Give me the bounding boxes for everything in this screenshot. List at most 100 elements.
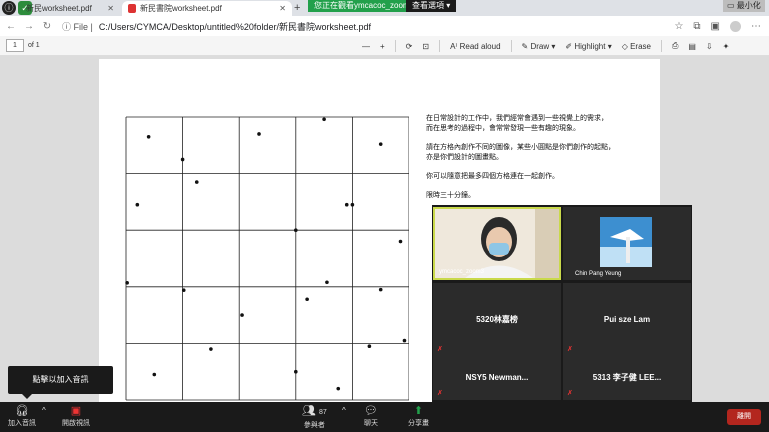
- muted-mic-icon: ✗: [567, 390, 573, 397]
- grid-dot: [146, 135, 151, 139]
- highlight-button[interactable]: ✐ Highlight ▾: [565, 42, 611, 51]
- erase-button[interactable]: ◇ Erase: [622, 42, 651, 51]
- video-tile[interactable]: 5313 李子健 LEE... ✗: [563, 355, 691, 400]
- grid-dot: [209, 347, 213, 351]
- pdf-icon: [128, 4, 136, 13]
- grid-dot: [294, 369, 298, 374]
- collections-icon[interactable]: ▣: [711, 21, 720, 32]
- grid-dot: [152, 372, 157, 377]
- fit-page-icon[interactable]: ⊡: [422, 42, 429, 51]
- dot-grid: [125, 116, 409, 401]
- participant-video: [435, 209, 559, 278]
- paragraph-2: 請在方格內創作不同的圖像，某些小圓點是你們創作的起點， 亦是你們設計的圖畫點。: [426, 142, 615, 162]
- page-count: of 1: [28, 42, 40, 49]
- participant-name: 5320林嘉榜: [476, 315, 518, 324]
- close-icon[interactable]: ✕: [107, 4, 114, 13]
- info-icon[interactable]: ⓘ: [2, 1, 16, 15]
- share-screen-button[interactable]: ⬆︎ 分享畫: [408, 404, 429, 428]
- video-off-icon: ▣: [70, 405, 82, 417]
- zoom-out-icon[interactable]: —: [362, 42, 370, 51]
- chevron-up-icon[interactable]: ^: [342, 406, 346, 415]
- close-icon[interactable]: ✕: [279, 4, 286, 13]
- page-number-input[interactable]: 1: [6, 39, 24, 52]
- zoom-control-bar: 🎧︎ 加入音訊 ^ ▣ 開啟視訊 👥︎ 87 參與者 ^ 💬︎ 聊天 ⬆︎ 分享…: [0, 402, 769, 432]
- view-options-label: 查看選項: [412, 1, 444, 10]
- zoom-in-icon[interactable]: +: [380, 42, 385, 51]
- screen: ⓘ ✓ 新民worksheet.pdf ✕ 新民書院worksheet.pdf …: [0, 0, 769, 432]
- avatar[interactable]: [730, 20, 741, 32]
- video-tile[interactable]: Chin Pang Yeung: [563, 207, 691, 280]
- rotate-icon[interactable]: ⟳: [406, 42, 413, 51]
- profile-picture: [600, 217, 652, 267]
- browser-tab-strip: ⓘ ✓ 新民worksheet.pdf ✕ 新民書院worksheet.pdf …: [0, 0, 769, 16]
- grid-dot: [367, 344, 372, 349]
- pin-icon[interactable]: ✦: [723, 42, 730, 51]
- highlight-label: Highlight: [574, 41, 606, 51]
- start-video-label: 開啟視訊: [62, 420, 90, 427]
- minimize-zoom-button[interactable]: ▭ 最小化: [723, 0, 765, 12]
- chat-button[interactable]: 💬︎ 聊天: [364, 404, 378, 428]
- muted-mic-icon: ✗: [567, 346, 573, 353]
- new-tab-icon[interactable]: +: [294, 2, 300, 14]
- video-tile[interactable]: NSY5 Newman... ✗: [433, 355, 561, 400]
- headphones-icon: 🎧︎: [15, 405, 29, 417]
- chevron-up-icon[interactable]: ^: [42, 406, 46, 415]
- paragraph-1: 在日常設計的工作中，我們經常會遇到一些視覺上的需求， 而在思考的過程中，會常常發現…: [426, 113, 615, 133]
- divider: [394, 40, 396, 52]
- pdf-toolbar: 1 of 1 — + ⟳ ⊡ A⁾ Read aloud ✎ Draw ▾ ✐ …: [0, 36, 769, 56]
- grid-dot: [305, 297, 309, 302]
- tab-label: 新民worksheet.pdf: [26, 4, 92, 13]
- leave-button[interactable]: 離開: [727, 409, 761, 425]
- join-audio-label: 加入音訊: [8, 420, 36, 427]
- url-field[interactable]: ⓘ File | C:/Users/CYMCA/Desktop/untitled…: [62, 20, 371, 33]
- save-icon[interactable]: ▤: [688, 42, 696, 51]
- paragraph-3: 你可以隨意把最多四個方格連在一起創作。: [426, 172, 559, 180]
- participants-button[interactable]: 👥︎ 87 參與者: [302, 404, 327, 430]
- chat-icon: 💬︎: [364, 405, 378, 417]
- grid-dot: [398, 239, 403, 244]
- forward-icon[interactable]: →: [22, 21, 36, 32]
- divider: [661, 40, 662, 52]
- tab-active-worksheet[interactable]: 新民書院worksheet.pdf ✕: [122, 1, 292, 16]
- participants-label: 參與者: [303, 422, 325, 429]
- draw-button[interactable]: ✎ Draw ▾: [522, 42, 556, 51]
- grid-dot: [322, 117, 326, 122]
- share-screen-icon: ⬆︎: [413, 405, 424, 417]
- menu-icon[interactable]: ⋯: [751, 21, 761, 32]
- grid-dot: [180, 157, 185, 162]
- star-icon[interactable]: ☆: [674, 21, 683, 32]
- view-options-button[interactable]: 查看選項 ▾: [406, 0, 457, 12]
- participant-name: NSY5 Newman...: [465, 373, 529, 382]
- read-aloud-button[interactable]: A⁾ Read aloud: [450, 42, 500, 51]
- video-tile[interactable]: 5320林嘉榜 ✗: [433, 283, 561, 356]
- line: 而在思考的過程中，會常常發現一些有趣的現象。: [426, 124, 580, 132]
- participant-name: Pui sze Lam: [603, 315, 651, 324]
- participants-icon: 👥︎ 87: [302, 405, 327, 417]
- reload-icon[interactable]: ↻: [40, 21, 54, 32]
- join-audio-button[interactable]: 🎧︎ 加入音訊: [8, 404, 36, 428]
- grid-dot: [325, 280, 329, 285]
- grid-dot: [257, 132, 261, 136]
- back-icon[interactable]: ←: [4, 21, 18, 32]
- save-as-icon[interactable]: ⇩: [706, 42, 713, 51]
- print-icon[interactable]: ⎙: [672, 41, 678, 51]
- start-video-button[interactable]: ▣ 開啟視訊: [62, 404, 90, 428]
- video-tile[interactable]: Pui sze Lam ✗: [563, 283, 691, 356]
- participant-name: Chin Pang Yeung: [575, 271, 622, 277]
- grid-dot: [344, 202, 349, 207]
- muted-mic-icon: ✗: [437, 346, 443, 353]
- grid-dot: [336, 386, 341, 391]
- extensions-icon[interactable]: ⧉: [693, 21, 700, 32]
- file-info-icon[interactable]: ⓘ File |: [62, 20, 93, 33]
- line: 請在方格內創作不同的圖像，某些小圓點是你們創作的起點，: [426, 143, 615, 151]
- worksheet-instructions: 在日常設計的工作中，我們經常會遇到一些視覺上的需求， 而在思考的過程中，會常常發現…: [426, 113, 615, 209]
- tab-worksheet[interactable]: 新民worksheet.pdf ✕: [20, 1, 120, 16]
- url-text: C:/Users/CYMCA/Desktop/untitled%20folder…: [98, 21, 371, 32]
- paragraph-4: 限時三十分鐘。: [426, 191, 475, 199]
- grid-dot: [402, 338, 407, 343]
- grid-dot: [240, 313, 244, 317]
- browser-actions: ☆ ⧉ ▣ ⋯: [674, 20, 761, 32]
- tab-label: 新民書院worksheet.pdf: [140, 4, 222, 13]
- video-tile-host[interactable]: ymcacoc_zoom3: [433, 207, 561, 280]
- participants-count: 87: [319, 409, 327, 416]
